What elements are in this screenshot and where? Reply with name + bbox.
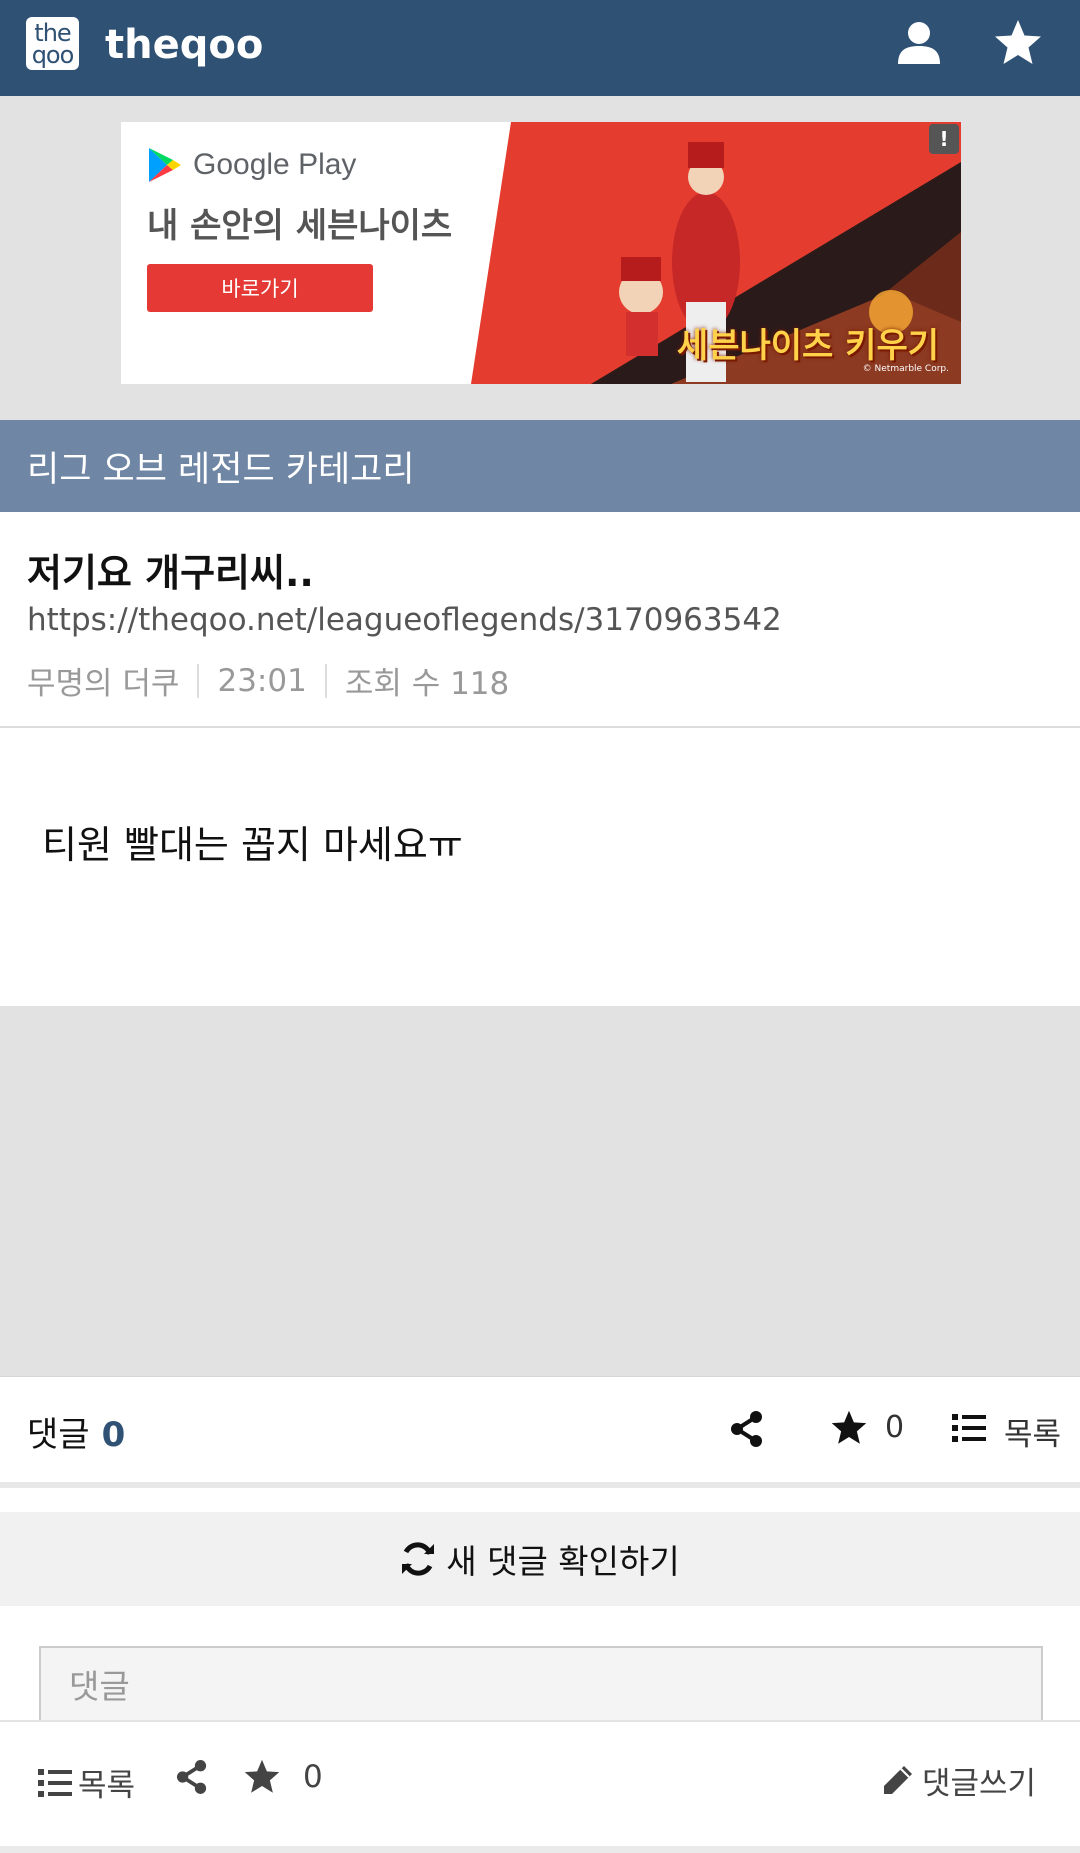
comment-input-area	[0, 1606, 1080, 1726]
comment-input[interactable]	[39, 1646, 1043, 1726]
google-play-icon	[149, 148, 181, 182]
write-comment-button[interactable]: 댓글쓰기	[880, 1758, 1036, 1803]
comment-count-value: 0	[101, 1415, 126, 1455]
refresh-icon	[402, 1542, 435, 1576]
post-header: 저기요 개구리씨.. https://theqoo.net/leagueofle…	[0, 512, 1080, 728]
site-name[interactable]: theqoo	[105, 17, 263, 73]
post-title: 저기요 개구리씨..	[27, 551, 314, 595]
refresh-label: 새 댓글 확인하기	[446, 1542, 680, 1581]
user-icon[interactable]	[894, 18, 944, 68]
ad-headline: 내 손안의 세븐나이츠	[147, 206, 453, 246]
list-icon	[38, 1768, 72, 1797]
bottom-action-bar: 목록 0 댓글쓰기	[0, 1720, 1080, 1853]
meta-divider	[197, 663, 200, 698]
comment-label: 댓글	[27, 1415, 90, 1455]
post-url[interactable]: https://theqoo.net/leagueoflegends/31709…	[27, 602, 782, 638]
write-comment-label: 댓글쓰기	[922, 1766, 1037, 1802]
store-name: Google Play	[193, 148, 357, 181]
google-play-brand: Google Play	[147, 146, 356, 184]
share-icon[interactable]	[176, 1760, 208, 1794]
star-icon[interactable]	[993, 18, 1043, 68]
refresh-comments-button[interactable]: 새 댓글 확인하기	[0, 1512, 1080, 1606]
comment-count[interactable]: 댓글 0	[27, 1407, 125, 1456]
ad-cta-button[interactable]: 바로가기	[147, 264, 373, 312]
post-meta: 무명의 더쿠 23:01 조회 수 118	[27, 658, 509, 703]
bottom-edge	[0, 1846, 1080, 1853]
category-label: 리그 오브 레전드 카테고리	[27, 449, 415, 490]
spacer	[0, 1488, 1080, 1512]
logo-text-bottom: qoo	[31, 40, 75, 69]
bottom-list-label: 목록	[78, 1768, 136, 1804]
post-time: 23:01	[217, 662, 307, 699]
post-body: 티원 빨대는 꼽지 마세요ㅠ	[0, 728, 1080, 1006]
site-logo[interactable]: the qoo	[26, 17, 79, 70]
top-header: the qoo theqoo	[0, 0, 1080, 96]
category-bar[interactable]: 리그 오브 레전드 카테고리	[0, 420, 1080, 512]
post-content: 티원 빨대는 꼽지 마세요ㅠ	[42, 823, 463, 867]
bottom-star-count: 0	[303, 1759, 323, 1795]
ad-game-title: 세븐나이츠 키우기	[676, 326, 939, 366]
star-icon[interactable]	[830, 1410, 868, 1450]
meta-divider	[324, 663, 327, 698]
ad-banner[interactable]: Google Play 내 손안의 세븐나이츠 바로가기 ! 세븐나이츠 키우기…	[121, 122, 961, 384]
bottom-list-button[interactable]: 목록	[38, 1760, 135, 1805]
post-views: 조회 수 118	[344, 666, 510, 702]
star-icon	[244, 1759, 280, 1793]
ad-copyright: © Netmarble Corp.	[862, 364, 949, 374]
comment-summary-bar: 댓글 0 0 목록	[0, 1376, 1080, 1482]
list-icon[interactable]	[952, 1413, 986, 1447]
bottom-star-button[interactable]: 0	[243, 1759, 323, 1795]
star-count: 0	[885, 1410, 905, 1445]
post-author: 무명의 더쿠	[27, 666, 180, 702]
ad-info-badge[interactable]: !	[929, 124, 959, 154]
pencil-icon	[884, 1765, 912, 1794]
list-button-label[interactable]: 목록	[1004, 1409, 1061, 1454]
share-icon[interactable]	[730, 1411, 764, 1451]
